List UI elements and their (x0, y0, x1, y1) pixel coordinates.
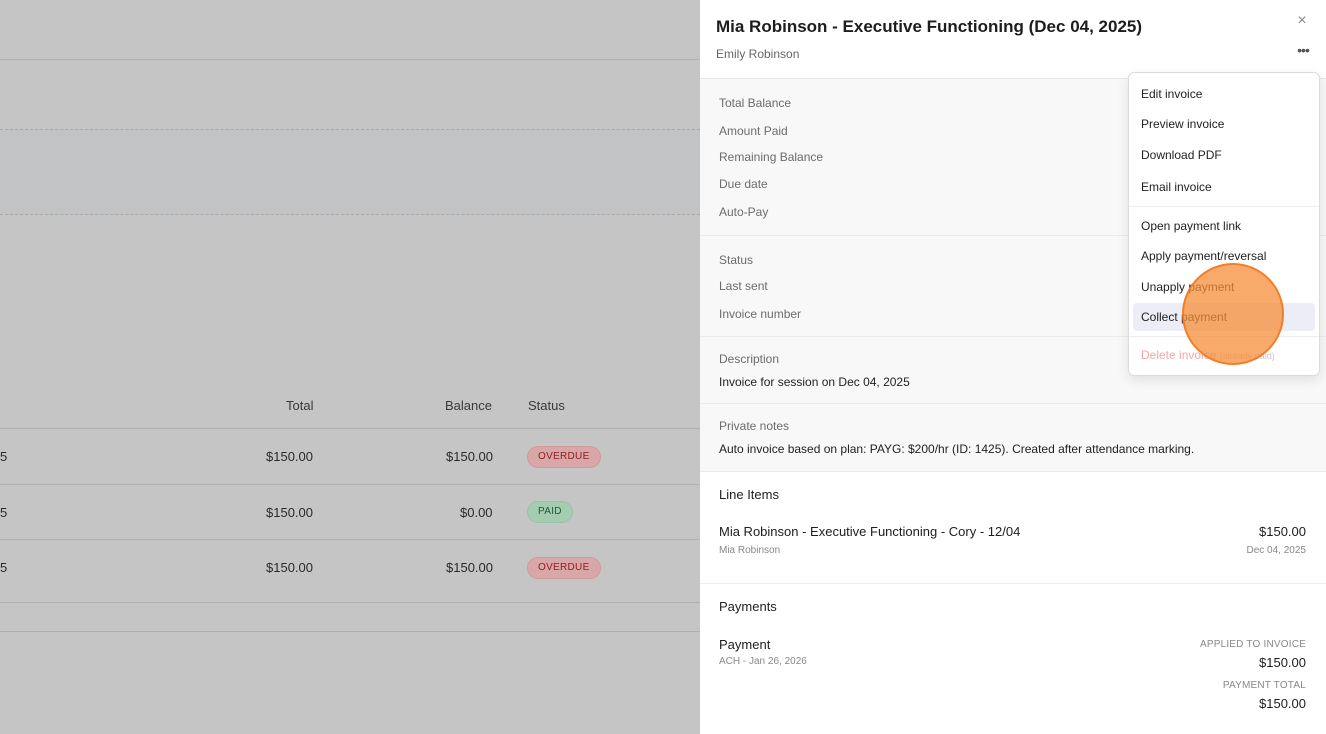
due-date-label: Due date (719, 177, 768, 191)
menu-item-download-pdf[interactable]: Download PDF (1133, 141, 1315, 169)
table-footer-divider (0, 631, 700, 632)
table-header-divider (0, 428, 700, 429)
balance-cell: $0.00 (460, 505, 493, 520)
applied-to-invoice-value: $150.00 (1259, 655, 1306, 670)
background-page: Total Balance Status 5 $150.00 $150.00 O… (0, 0, 700, 734)
dashed-panel (0, 129, 700, 215)
description-value: Invoice for session on Dec 04, 2025 (719, 375, 910, 389)
status-label: Status (719, 253, 754, 267)
column-header-balance[interactable]: Balance (445, 398, 492, 413)
last-sent-label: Last sent (719, 279, 768, 293)
invoice-number-label: Invoice number (719, 307, 802, 321)
line-item-name: Mia Robinson - Executive Functioning - C… (719, 524, 1021, 539)
total-cell: $150.00 (266, 560, 313, 575)
menu-item-edit-invoice[interactable]: Edit invoice (1133, 80, 1315, 108)
menu-divider (1129, 336, 1319, 337)
balance-cell: $150.00 (446, 449, 493, 464)
section-divider (700, 471, 1326, 472)
status-badge: OVERDUE (527, 446, 601, 468)
total-cell: $150.00 (266, 505, 313, 520)
client-name[interactable]: Emily Robinson (716, 47, 799, 61)
divider (0, 59, 700, 60)
line-item-date: Dec 04, 2025 (1246, 545, 1307, 556)
amount-paid-label: Amount Paid (719, 124, 788, 138)
private-notes-section: Private notes Auto invoice based on plan… (700, 404, 1326, 471)
payments-title: Payments (719, 599, 777, 614)
private-notes-value: Auto invoice based on plan: PAYG: $200/h… (719, 442, 1195, 456)
drawer-title: Mia Robinson - Executive Functioning (De… (716, 17, 1143, 36)
menu-item-unapply-payment[interactable]: Unapply payment (1133, 273, 1315, 301)
payment-name: Payment (719, 637, 771, 652)
balance-cell: $150.00 (446, 560, 493, 575)
delete-invoice-note: (already paid) (1219, 351, 1275, 361)
payment-total-label: PAYMENT TOTAL (1222, 680, 1306, 691)
status-badge: PAID (527, 501, 573, 523)
date-cell: 5 (0, 505, 8, 520)
row-divider (0, 602, 700, 603)
payment-method-date: ACH - Jan 26, 2026 (719, 656, 807, 667)
invoice-actions-menu: Edit invoice Preview invoice Download PD… (1128, 72, 1320, 376)
column-header-total[interactable]: Total (286, 398, 313, 413)
menu-item-preview-invoice[interactable]: Preview invoice (1133, 110, 1315, 138)
line-item-student: Mia Robinson (719, 545, 781, 556)
description-label: Description (719, 352, 780, 366)
total-cell: $150.00 (266, 449, 313, 464)
section-divider (700, 583, 1326, 584)
delete-invoice-label: Delete invoice (1141, 348, 1217, 362)
close-icon[interactable]: × (1293, 12, 1311, 30)
line-item-amount: $150.00 (1259, 524, 1306, 539)
auto-pay-label: Auto-Pay (719, 205, 769, 219)
row-divider (0, 484, 700, 485)
applied-to-invoice-label: APPLIED TO INVOICE (1199, 639, 1306, 650)
column-header-status[interactable]: Status (528, 398, 565, 413)
menu-item-delete-invoice: Delete invoice (already paid) (1133, 341, 1315, 369)
menu-item-apply-payment-reversal[interactable]: Apply payment/reversal (1133, 242, 1315, 270)
private-notes-label: Private notes (719, 419, 790, 433)
date-cell: 5 (0, 560, 8, 575)
date-cell: 5 (0, 449, 8, 464)
menu-divider (1129, 206, 1319, 207)
menu-item-open-payment-link[interactable]: Open payment link (1133, 212, 1315, 240)
payment-total-value: $150.00 (1259, 696, 1306, 711)
menu-item-email-invoice[interactable]: Email invoice (1133, 173, 1315, 201)
more-options-icon[interactable]: ••• (1294, 41, 1312, 59)
status-badge: OVERDUE (527, 557, 601, 579)
line-items-title: Line Items (719, 487, 779, 502)
total-balance-label: Total Balance (719, 96, 792, 110)
menu-item-collect-payment[interactable]: Collect payment (1133, 303, 1315, 331)
remaining-balance-label: Remaining Balance (719, 150, 824, 164)
row-divider (0, 539, 700, 540)
